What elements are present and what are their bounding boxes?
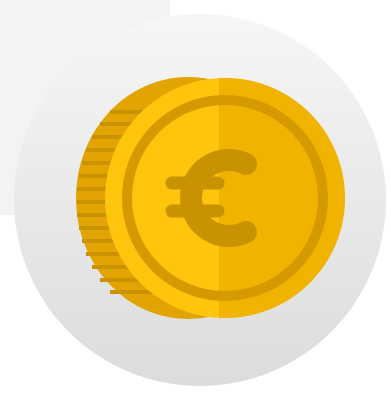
euro-coin-icon-stage — [0, 0, 391, 394]
euro-coin-icon — [0, 0, 386, 386]
